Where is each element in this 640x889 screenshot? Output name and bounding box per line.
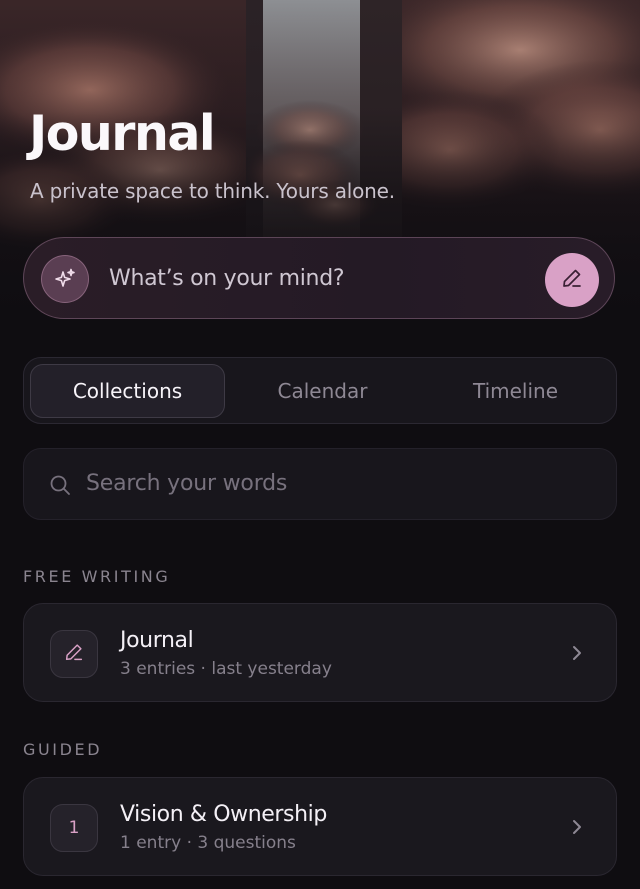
chevron-right-icon — [570, 642, 584, 664]
tab-collections[interactable]: Collections — [30, 364, 225, 418]
compose-bar[interactable]: What’s on your mind? — [23, 237, 615, 319]
card-meta: 1 entry · 3 questions — [120, 833, 296, 853]
pen-icon — [63, 641, 85, 668]
search-input[interactable]: Search your words — [23, 448, 617, 520]
card-badge — [50, 630, 98, 678]
card-title: Journal — [120, 628, 194, 653]
pen-icon — [560, 266, 584, 294]
new-entry-button[interactable] — [545, 253, 599, 307]
card-title: Vision & Ownership — [120, 802, 327, 827]
section-heading-free-writing: FREE WRITING — [23, 567, 171, 586]
compose-placeholder[interactable]: What’s on your mind? — [109, 265, 345, 293]
view-tabs: Collections Calendar Timeline — [23, 357, 617, 424]
tab-calendar[interactable]: Calendar — [225, 364, 420, 418]
collection-card-journal[interactable]: Journal 3 entries · last yesterday — [23, 603, 617, 702]
journal-screen: Journal A private space to think. Yours … — [0, 0, 640, 889]
sparkles-icon[interactable] — [41, 255, 89, 303]
search-placeholder[interactable]: Search your words — [86, 469, 287, 499]
page-subtitle: A private space to think. Yours alone. — [30, 179, 395, 203]
collection-card-vision-ownership[interactable]: 1 Vision & Ownership 1 entry · 3 questio… — [23, 777, 617, 876]
page-title: Journal — [29, 105, 216, 162]
chevron-right-icon — [570, 816, 584, 838]
card-number-badge: 1 — [50, 804, 98, 852]
tab-timeline[interactable]: Timeline — [418, 364, 613, 418]
section-heading-guided: GUIDED — [23, 740, 103, 759]
card-meta: 3 entries · last yesterday — [120, 659, 332, 679]
search-icon — [48, 473, 72, 497]
